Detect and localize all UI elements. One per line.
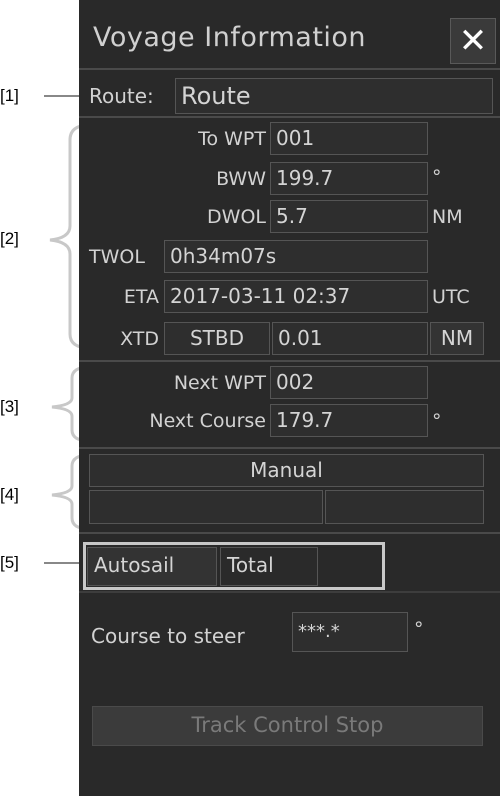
bww-field[interactable]: 199.7	[270, 162, 428, 195]
nm-unit: NM	[432, 206, 463, 228]
course-to-steer-label: Course to steer	[91, 624, 245, 648]
annotation-3: [3]	[0, 397, 19, 416]
tab-autosail[interactable]: Autosail	[87, 547, 217, 586]
divider	[79, 360, 500, 362]
dwol-field[interactable]: 5.7	[270, 200, 428, 233]
mode-left-field[interactable]	[89, 490, 323, 524]
tab-total[interactable]: Total	[220, 547, 318, 586]
next-course-field[interactable]: 179.7	[270, 404, 428, 437]
close-icon: ✕	[458, 21, 488, 61]
to-wpt-label: To WPT	[198, 128, 266, 150]
xtd-unit-button[interactable]: NM	[430, 322, 484, 355]
annotation-5: [5]	[0, 553, 19, 572]
divider	[79, 591, 500, 593]
xtd-label: XTD	[120, 328, 159, 350]
utc-unit: UTC	[432, 286, 470, 308]
course-to-steer-field[interactable]: ***.*	[292, 612, 408, 652]
annotation-2: [2]	[0, 229, 19, 248]
next-wpt-label: Next WPT	[173, 372, 266, 394]
window-title: Voyage Information	[93, 22, 367, 53]
degree-unit: °	[432, 410, 442, 432]
divider	[79, 116, 500, 118]
mode-right-field[interactable]	[325, 490, 484, 524]
to-wpt-field[interactable]: 001	[270, 122, 428, 155]
track-control-stop-button[interactable]: Track Control Stop	[92, 706, 483, 746]
annotation-4: [4]	[0, 485, 19, 504]
degree-unit: °	[432, 166, 442, 188]
eta-label: ETA	[123, 286, 159, 308]
divider	[79, 68, 500, 70]
route-label: Route:	[89, 84, 154, 108]
next-course-label: Next Course	[149, 410, 266, 432]
annotation-1: [1]	[0, 86, 19, 105]
eta-field[interactable]: 2017-03-11 02:37	[164, 280, 428, 313]
close-button[interactable]: ✕	[450, 18, 496, 64]
bww-label: BWW	[216, 168, 266, 190]
divider	[79, 532, 500, 534]
route-field[interactable]: Route	[175, 78, 493, 114]
twol-field[interactable]: 0h34m07s	[164, 240, 428, 273]
xtd-value-field[interactable]: 0.01	[272, 322, 428, 355]
divider	[79, 447, 500, 449]
next-wpt-field[interactable]: 002	[270, 366, 428, 399]
dwol-label: DWOL	[207, 206, 266, 228]
degree-unit: °	[414, 618, 424, 640]
xtd-side-field[interactable]: STBD	[164, 322, 270, 355]
steering-mode-field[interactable]: Manual	[89, 454, 484, 487]
twol-label: TWOL	[89, 246, 145, 268]
